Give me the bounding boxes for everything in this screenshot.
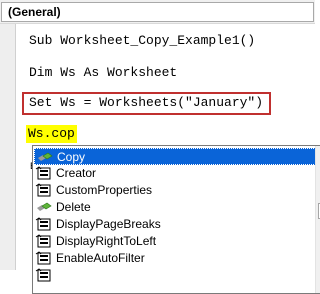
- procedure-dropdown-label: (General): [8, 5, 61, 19]
- scroll-up-button[interactable]: [316, 146, 320, 162]
- autocomplete-item[interactable]: CustomProperties: [34, 182, 316, 199]
- property-icon: [35, 251, 53, 266]
- property-icon: [35, 268, 53, 283]
- autocomplete-item[interactable]: Delete: [34, 199, 316, 216]
- method-icon: [36, 150, 54, 165]
- autocomplete-item-label: Delete: [56, 200, 91, 214]
- autocomplete-item-label: DisplayRightToLeft: [56, 234, 157, 248]
- method-icon: [35, 200, 53, 215]
- property-icon: [35, 166, 53, 181]
- code-editor[interactable]: Sub Worksheet_Copy_Example1() Dim Ws As …: [0, 24, 320, 294]
- autocomplete-list[interactable]: Copy Creator CustomProperties Delete Display…: [32, 145, 320, 294]
- code-line-set[interactable]: Set Ws = Worksheets("January"): [29, 95, 263, 111]
- autocomplete-item[interactable]: DisplayPageBreaks: [34, 216, 316, 233]
- scroll-up-arrow-icon: [316, 146, 320, 162]
- autocomplete-item-label: DisplayPageBreaks: [56, 217, 161, 231]
- margin-indicator-bar[interactable]: [0, 24, 16, 270]
- autocomplete-item-label: Copy: [57, 150, 86, 164]
- procedure-bar: (General): [0, 0, 315, 24]
- code-line-dim[interactable]: Dim Ws As Worksheet: [29, 65, 177, 81]
- autocomplete-scrollbar[interactable]: [315, 146, 320, 293]
- property-icon: [35, 234, 53, 249]
- autocomplete-item-label: Creator: [56, 166, 97, 180]
- code-line-sub[interactable]: Sub Worksheet_Copy_Example1(): [29, 33, 255, 49]
- autocomplete-item-label: CustomProperties: [56, 183, 153, 197]
- typed-code[interactable]: Ws.cop: [26, 125, 77, 143]
- autocomplete-item-label: EnableAutoFilter: [56, 251, 145, 265]
- autocomplete-item[interactable]: EnableAutoFilter: [34, 250, 316, 267]
- property-icon: [35, 183, 53, 198]
- procedure-dropdown[interactable]: (General): [1, 2, 314, 22]
- autocomplete-item[interactable]: DisplayRightToLeft: [34, 233, 316, 250]
- autocomplete-item[interactable]: Creator: [34, 165, 316, 182]
- property-icon: [35, 217, 53, 232]
- autocomplete-item[interactable]: Copy: [34, 148, 316, 165]
